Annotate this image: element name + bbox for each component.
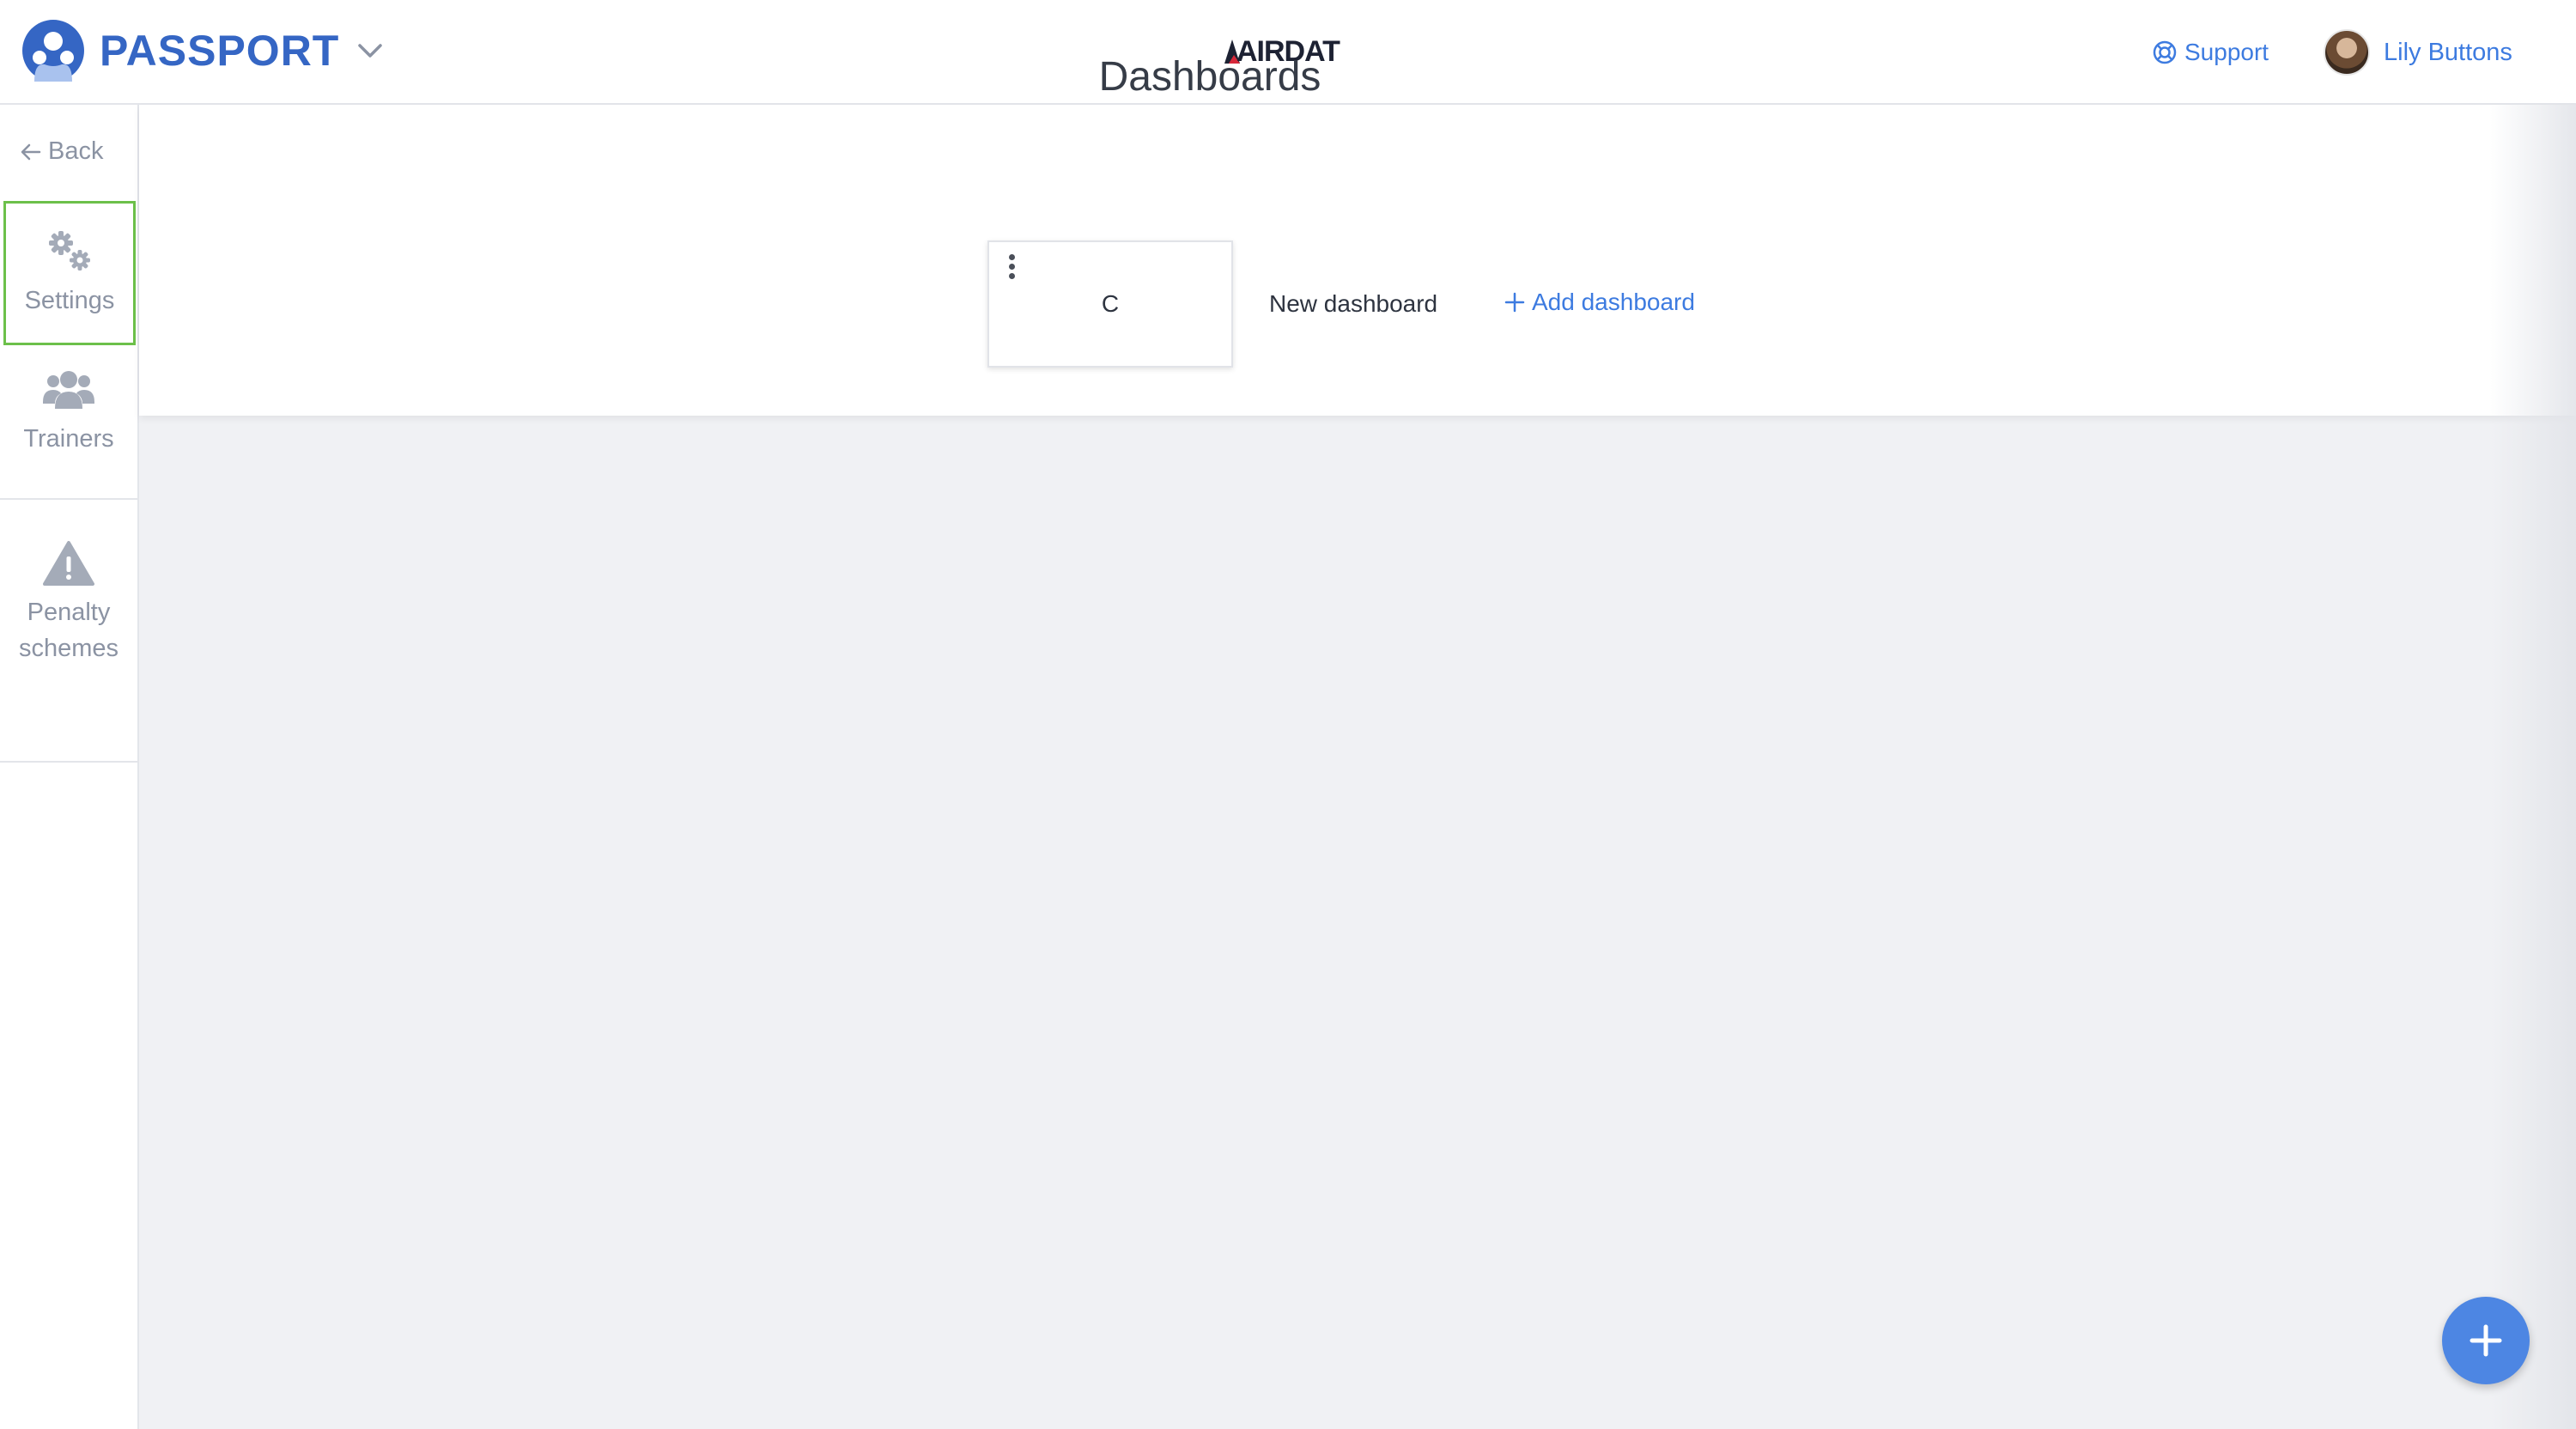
- sidebar-item-settings[interactable]: Settings: [3, 201, 136, 345]
- sidebar-item-label: Settings: [24, 287, 115, 314]
- add-dashboard-label: Add dashboard: [1532, 289, 1695, 315]
- sidebar-item-penalty-schemes[interactable]: Penalty schemes: [0, 500, 137, 763]
- dashboards-panel: [139, 105, 2576, 416]
- sidebar-item-trainers[interactable]: Trainers: [0, 354, 137, 500]
- add-dashboard-button[interactable]: Add dashboard: [1504, 289, 1695, 316]
- app-root: PASSPORT AIRDAT Support Lily Buttons Bac…: [0, 0, 2576, 1429]
- plus-icon: [2470, 1324, 2502, 1357]
- users-icon: [43, 371, 94, 409]
- sidebar: Back Settings Trainers Penalty schemes: [0, 105, 139, 1429]
- kebab-menu-icon[interactable]: [1005, 254, 1018, 282]
- warning-icon: [43, 541, 94, 586]
- dashboard-card[interactable]: C: [987, 240, 1233, 368]
- sidebar-item-label: Penalty schemes: [18, 599, 119, 662]
- page-title: Dashboards: [0, 53, 2437, 100]
- page-title-text: Dashboards: [1098, 54, 1321, 100]
- back-link[interactable]: Back: [19, 137, 103, 166]
- new-dashboard-label[interactable]: New dashboard: [1269, 290, 1437, 318]
- floating-add-button[interactable]: [2442, 1297, 2530, 1384]
- dashboard-card-letter: C: [1101, 290, 1120, 317]
- gears-icon: [49, 231, 90, 271]
- back-label: Back: [48, 137, 104, 165]
- arrow-left-icon: [21, 143, 41, 160]
- sidebar-item-label: Trainers: [23, 425, 114, 453]
- plus-icon: [1504, 292, 1525, 313]
